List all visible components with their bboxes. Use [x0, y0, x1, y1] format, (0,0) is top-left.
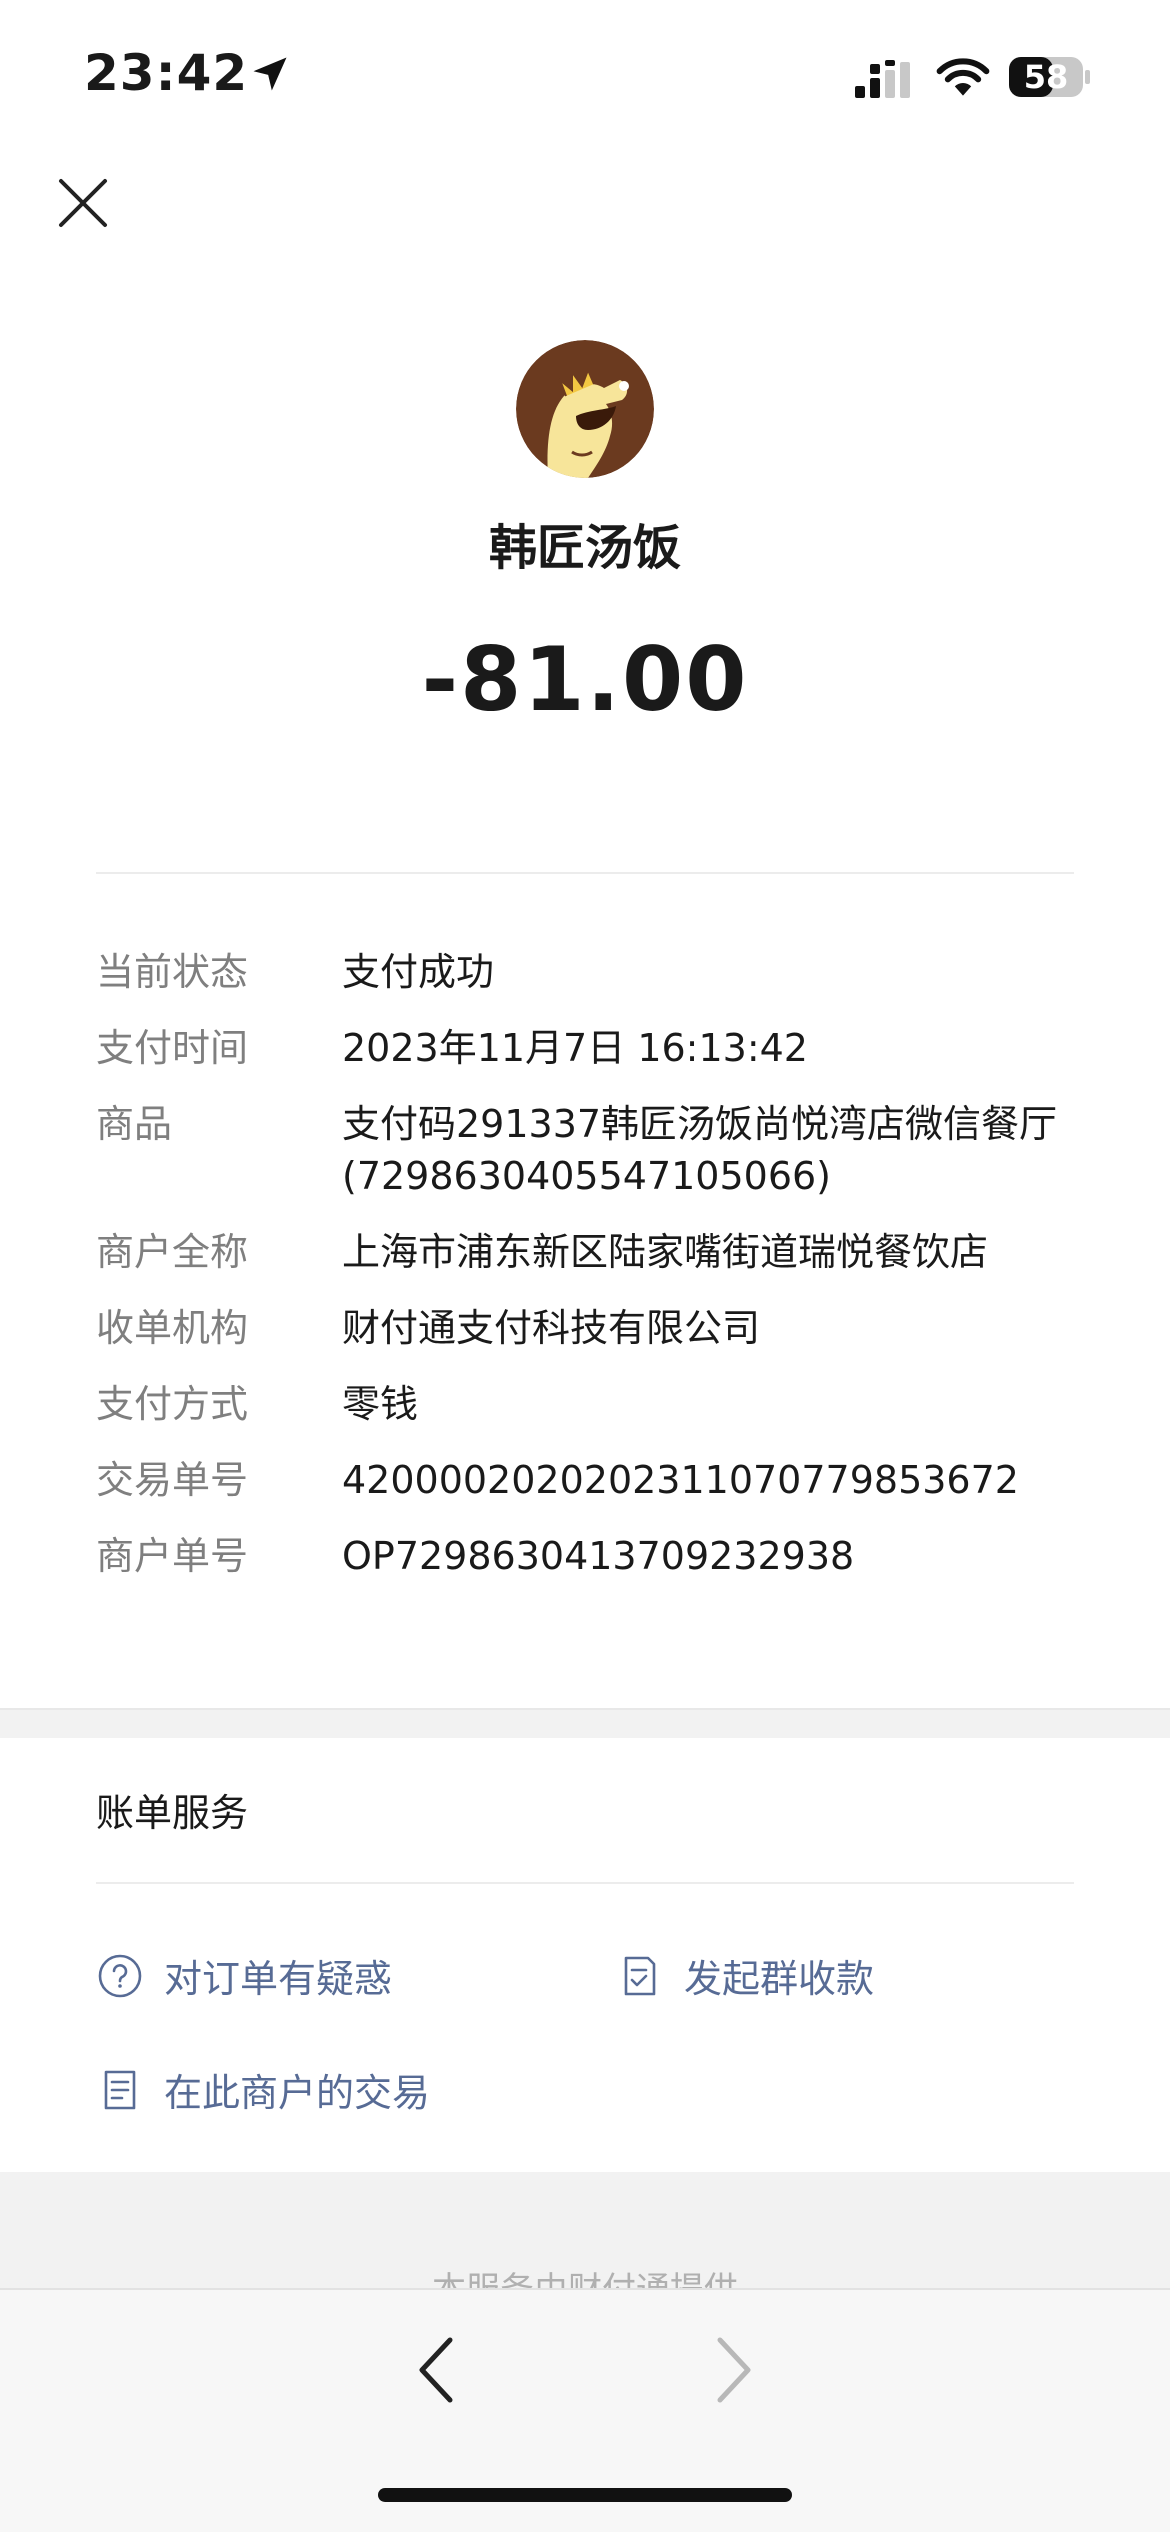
detail-row-merchant-fullname: 商户全称 上海市浦东新区陆家嘴街道瑞悦餐饮店	[96, 1226, 1076, 1278]
detail-row-transaction-id: 交易单号 4200002020202311070779853672	[96, 1454, 1076, 1506]
merchant-transactions-label: 在此商户的交易	[164, 2071, 431, 2115]
detail-row-merchant-order-id: 商户单号 OP7298630413709232938	[96, 1530, 1076, 1582]
detail-value: 支付成功	[342, 950, 495, 994]
divider	[96, 872, 1074, 874]
detail-label: 当前状态	[96, 950, 249, 994]
merchant-name: 韩匠汤饭	[488, 520, 681, 576]
detail-value: 4200002020202311070779853672	[342, 1458, 1019, 1502]
merchant-transactions-button[interactable]: 在此商户的交易	[96, 2062, 430, 2117]
bill-services-section: 账单服务 对订单有疑惑 发起群收款 在此商户的交易	[0, 1738, 1170, 2172]
group-collection-button[interactable]: 发起群收款	[616, 1948, 874, 2003]
detail-value: 零钱	[342, 1382, 419, 1426]
order-question-button[interactable]: 对订单有疑惑	[96, 1948, 392, 2003]
detail-value: 支付码291337韩匠汤饭尚悦湾店微信餐厅(729863040554710506…	[342, 1102, 1058, 1198]
battery-level: 58	[1023, 58, 1069, 96]
detail-row-product: 商品 支付码291337韩匠汤饭尚悦湾店微信餐厅(729863040554710…	[96, 1098, 1076, 1202]
location-arrow-icon	[253, 57, 287, 91]
status-time: 23:42	[84, 44, 249, 102]
section-separator	[0, 1708, 1170, 1740]
detail-value: 上海市浦东新区陆家嘴街道瑞悦餐饮店	[342, 1230, 989, 1274]
home-indicator[interactable]	[378, 2488, 792, 2502]
wifi-icon	[936, 58, 990, 96]
signal-icon	[855, 60, 910, 98]
detail-label: 交易单号	[96, 1458, 249, 1502]
detail-label: 收单机构	[96, 1306, 249, 1350]
merchant-avatar	[516, 340, 654, 478]
detail-label: 支付时间	[96, 1026, 249, 1070]
detail-row-time: 支付时间 2023年11月7日 16:13:42	[96, 1022, 1076, 1074]
question-circle-icon	[98, 1954, 142, 1997]
bill-services-title: 账单服务	[96, 1791, 249, 1835]
group-collection-label: 发起群收款	[684, 1957, 875, 2001]
battery-icon: 58	[1008, 56, 1092, 98]
detail-label: 支付方式	[96, 1382, 249, 1426]
back-chevron-icon[interactable]	[410, 2332, 460, 2408]
screen: 23:42 58 韩匠汤饭 -81.00 当前状态 支付成功 支付时间 2023…	[0, 0, 1170, 2532]
detail-row-status: 当前状态 支付成功	[96, 946, 1076, 998]
close-icon[interactable]	[55, 175, 111, 231]
detail-value: OP7298630413709232938	[342, 1534, 855, 1578]
detail-label: 商品	[96, 1102, 173, 1146]
order-question-label: 对订单有疑惑	[164, 1957, 393, 2001]
detail-row-payment-method: 支付方式 零钱	[96, 1378, 1076, 1430]
detail-value: 2023年11月7日 16:13:42	[342, 1026, 808, 1070]
detail-label: 商户单号	[96, 1534, 249, 1578]
detail-label: 商户全称	[96, 1230, 249, 1274]
document-icon	[104, 2070, 136, 2109]
checklist-icon	[624, 1956, 656, 1995]
divider	[96, 1882, 1074, 1884]
transaction-details: 当前状态 支付成功 支付时间 2023年11月7日 16:13:42 商品 支付…	[96, 946, 1076, 1606]
detail-value: 财付通支付科技有限公司	[342, 1306, 761, 1350]
forward-chevron-icon[interactable]	[710, 2332, 760, 2408]
detail-row-acquirer: 收单机构 财付通支付科技有限公司	[96, 1302, 1076, 1354]
payment-amount: -81.00	[421, 628, 749, 731]
